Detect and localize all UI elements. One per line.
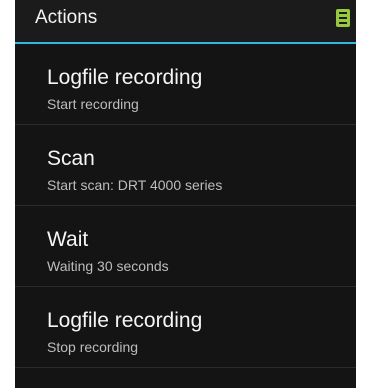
screen: Actions Logfile recording Start recordin… <box>15 0 356 388</box>
item-subtitle: Stop recording <box>47 339 139 355</box>
actions-list: Logfile recording Start recording Scan S… <box>15 44 356 368</box>
list-item[interactable]: Scan Start scan: DRT 4000 series <box>15 125 356 206</box>
page-title: Actions <box>35 7 98 28</box>
item-title: Wait <box>47 228 89 251</box>
item-title: Scan <box>47 147 95 170</box>
item-subtitle: Start recording <box>47 96 139 112</box>
item-subtitle: Waiting 30 seconds <box>47 258 169 274</box>
list-item[interactable]: Logfile recording Start recording <box>15 44 356 125</box>
menu-icon[interactable] <box>336 9 350 27</box>
action-bar: Actions <box>15 0 356 44</box>
left-border <box>0 0 15 388</box>
item-title: Logfile recording <box>47 66 203 89</box>
list-item[interactable]: Logfile recording Stop recording <box>15 287 356 368</box>
item-subtitle: Start scan: DRT 4000 series <box>47 177 223 193</box>
item-title: Logfile recording <box>47 309 203 332</box>
list-item[interactable]: Wait Waiting 30 seconds <box>15 206 356 287</box>
app-window: Actions Logfile recording Start recordin… <box>0 0 371 388</box>
right-border <box>356 0 371 388</box>
